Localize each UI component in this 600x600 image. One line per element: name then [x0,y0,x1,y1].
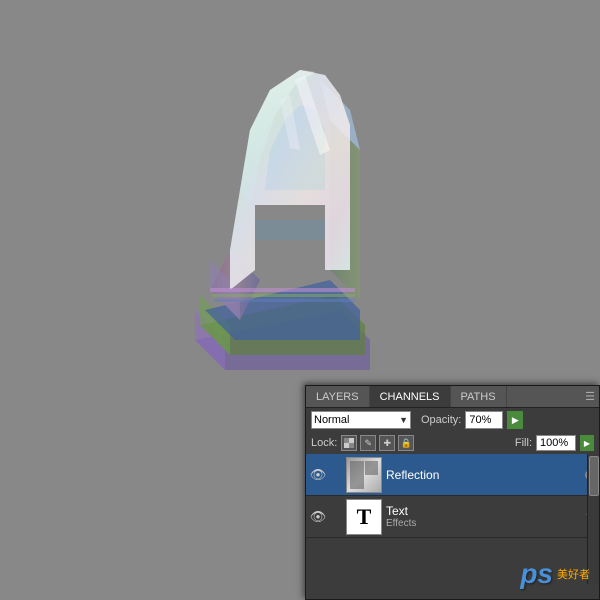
opacity-arrow-btn[interactable]: ▶ [507,411,523,429]
layer-effects-label: Effects [386,518,582,529]
letter-graphic [140,30,460,390]
canvas-area [0,0,600,420]
ps-logo: ps [520,558,553,590]
lock-row: Lock: ✎ ✚ 🔒 Fill: 100% ▶ [306,432,599,454]
panel-tabs: LAYERS CHANNELS PATHS ☰ [306,386,599,408]
layer-link-text [330,509,342,525]
layer-info-reflection: Reflection [386,468,581,482]
ps-branding: ps 美好者 [520,558,590,590]
fill-label: Fill: [515,437,532,449]
layer-row-text[interactable]: 👁 T Text Effects fx [306,496,599,538]
lock-checkerboard[interactable] [341,435,357,451]
lock-all[interactable]: 🔒 [398,435,414,451]
layer-name-text: Text [386,504,582,518]
tab-channels[interactable]: CHANNELS [370,386,451,407]
layer-row-reflection[interactable]: 👁 Reflection [306,454,599,496]
lock-label: Lock: [311,437,337,449]
opacity-label: Opacity: [421,414,461,426]
lock-brush[interactable]: ✎ [360,435,376,451]
fill-input[interactable]: 100% [536,435,576,451]
panel-menu-icon[interactable]: ☰ [581,386,599,407]
blend-row: Normal ▼ Opacity: 70% ▶ [306,408,599,432]
scrollbar-thumb[interactable] [589,456,599,496]
layer-thumbnail-text: T [346,499,382,535]
tab-layers[interactable]: LAYERS [306,386,370,407]
layer-visibility-text[interactable]: 👁 [310,509,326,525]
layer-visibility-reflection[interactable]: 👁 [310,467,326,483]
layer-link-reflection [330,467,342,483]
blend-mode-arrow: ▼ [399,415,408,425]
ps-site-text: 美好者 [557,566,590,582]
layer-info-text: Text Effects [386,504,582,529]
lock-icons: ✎ ✚ 🔒 [341,435,414,451]
tab-paths[interactable]: PATHS [451,386,507,407]
opacity-input[interactable]: 70% [465,411,503,429]
layers-container: 👁 Reflection [306,454,599,538]
fill-arrow-btn[interactable]: ▶ [580,435,594,451]
layer-thumbnail-reflection [346,457,382,493]
lock-move[interactable]: ✚ [379,435,395,451]
layer-name-reflection: Reflection [386,468,581,482]
blend-mode-select[interactable]: Normal ▼ [311,411,411,429]
